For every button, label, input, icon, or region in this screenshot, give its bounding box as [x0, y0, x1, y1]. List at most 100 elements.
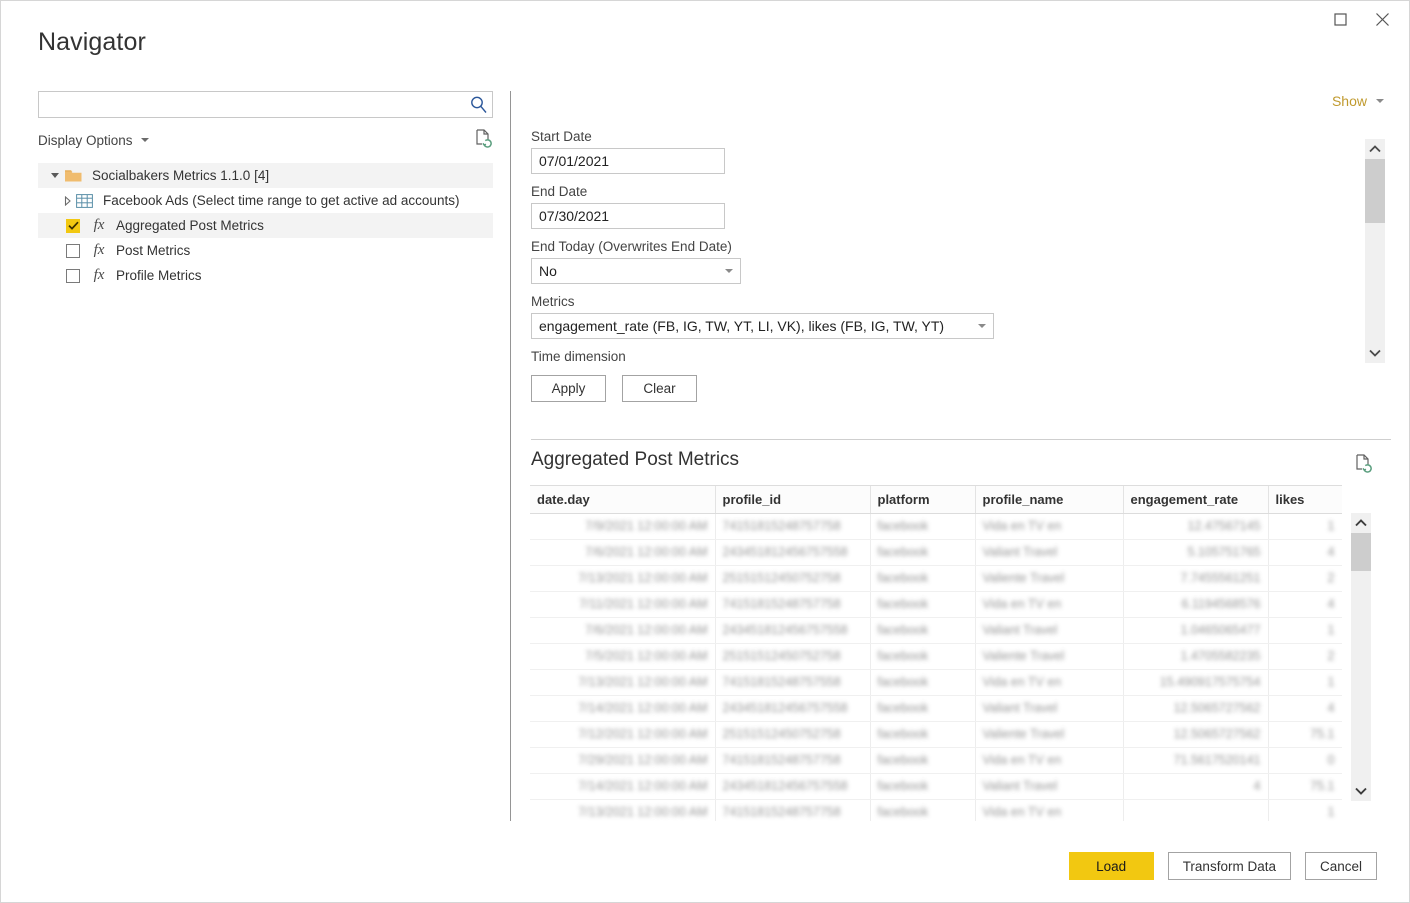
start-date-input[interactable] [531, 148, 725, 174]
table-row[interactable]: 7/13/2021 12:00:00 AM 74151815248757558 … [530, 669, 1342, 696]
table-row[interactable]: 7/13/2021 12:00:00 AM 25151512450752758 … [530, 565, 1342, 592]
cell-profile-id: 74151815248757758 [715, 747, 871, 774]
table-header-row: date.day profile_id platform profile_nam… [530, 486, 1342, 514]
table-row[interactable]: 7/13/2021 12:00:00 AM 74151815248757758 … [530, 799, 1342, 821]
tree-item-label: Facebook Ads (Select time range to get a… [103, 193, 460, 208]
transform-data-button[interactable]: Transform Data [1167, 852, 1291, 880]
parameters-form: Start Date End Date End Today (Overwrite… [531, 129, 1361, 402]
tree-item-post-metrics[interactable]: fx Post Metrics [38, 238, 493, 263]
table-row[interactable]: 7/14/2021 12:00:00 AM 243451812456757558… [530, 773, 1342, 800]
column-header-date-day[interactable]: date.day [530, 486, 716, 514]
column-header-engagement-rate[interactable]: engagement_rate [1123, 486, 1269, 514]
tree-item-aggregated-post-metrics[interactable]: fx Aggregated Post Metrics [38, 213, 493, 238]
cancel-button[interactable]: Cancel [1304, 852, 1377, 880]
dialog-footer: Load Transform Data Cancel [1068, 852, 1377, 880]
cell-likes: 4 [1268, 591, 1342, 618]
search-box[interactable] [38, 91, 493, 118]
end-today-select[interactable]: No [531, 258, 741, 284]
preview-title: Aggregated Post Metrics [531, 449, 740, 470]
load-button[interactable]: Load [1068, 852, 1154, 880]
column-header-profile-id[interactable]: profile_id [715, 486, 871, 514]
navigator-dialog: Navigator Display Options Socialbakers M… [0, 0, 1410, 903]
cell-profile-id: 74151815248757758 [715, 513, 871, 540]
cell-profile-name: Valiant Travel [975, 617, 1124, 644]
source-browser-panel: Display Options Socialbakers Metrics 1.1… [38, 91, 493, 288]
cell-date-day: 7/5/2021 12:00:00 AM [530, 643, 716, 670]
cell-platform: facebook [870, 539, 976, 566]
table-row[interactable]: 7/6/2021 12:00:00 AM 243451812456757558 … [530, 617, 1342, 644]
tree-item-facebook-ads[interactable]: Facebook Ads (Select time range to get a… [38, 188, 493, 213]
scroll-down-icon[interactable] [1365, 343, 1385, 363]
preview-table-scrollbar[interactable] [1351, 513, 1371, 801]
time-dimension-label: Time dimension [531, 349, 626, 364]
cell-date-day: 7/12/2021 12:00:00 AM [530, 721, 716, 748]
refresh-document-icon[interactable] [473, 128, 493, 153]
table-row[interactable]: 7/11/2021 12:00:00 AM 74151815248757758 … [530, 591, 1342, 618]
scroll-up-icon[interactable] [1351, 513, 1371, 533]
cell-engagement-rate: 15.490917575754 [1123, 669, 1269, 696]
cell-likes: 1 [1268, 617, 1342, 644]
cell-profile-name: Valiant Travel [975, 773, 1124, 800]
cell-profile-name: Vida en TV en [975, 513, 1124, 540]
cell-date-day: 7/6/2021 12:00:00 AM [530, 617, 716, 644]
cell-date-day: 7/13/2021 12:00:00 AM [530, 669, 716, 696]
maximize-button[interactable] [1319, 5, 1361, 33]
cell-platform: facebook [870, 513, 976, 540]
tree-item-socialbakers-metrics[interactable]: Socialbakers Metrics 1.1.0 [4] [38, 163, 493, 188]
tree-item-checkbox[interactable] [66, 243, 80, 258]
column-header-platform[interactable]: platform [870, 486, 976, 514]
cell-platform: facebook [870, 643, 976, 670]
show-dropdown[interactable]: Show [1332, 93, 1384, 109]
cell-likes: 2 [1268, 643, 1342, 670]
column-header-profile-name[interactable]: profile_name [975, 486, 1124, 514]
end-date-label: End Date [531, 184, 588, 199]
cell-profile-id: 243451812456757558 [715, 617, 871, 644]
display-options-dropdown[interactable]: Display Options [38, 133, 149, 148]
cell-platform: facebook [870, 669, 976, 696]
preview-refresh-icon[interactable] [1353, 453, 1373, 478]
cell-engagement-rate: 1.4705582235 [1123, 643, 1269, 670]
end-date-input[interactable] [531, 203, 725, 229]
tree-item-checkbox[interactable] [66, 218, 80, 233]
close-button[interactable] [1361, 5, 1403, 33]
show-label: Show [1331, 93, 1367, 109]
table-row[interactable]: 7/9/2021 12:00:00 AM 74151815248757758 f… [530, 513, 1342, 540]
cell-platform: facebook [870, 747, 976, 774]
triangle-closed-icon[interactable] [58, 192, 76, 210]
cell-engagement-rate: 5.105751765 [1123, 539, 1269, 566]
parameters-scrollbar[interactable] [1365, 139, 1385, 363]
table-row[interactable]: 7/6/2021 12:00:00 AM 243451812456757558 … [530, 539, 1342, 566]
function-fx-icon: fx [93, 217, 105, 233]
cell-platform: facebook [870, 565, 976, 592]
search-icon[interactable] [464, 92, 492, 117]
metrics-select[interactable]: engagement_rate (FB, IG, TW, YT, LI, VK)… [531, 313, 994, 339]
cell-likes: 4 [1268, 695, 1342, 722]
table-row[interactable]: 7/29/2021 12:00:00 AM 74151815248757758 … [530, 747, 1342, 774]
cell-date-day: 7/13/2021 12:00:00 AM [530, 565, 716, 592]
tree-item-label: Aggregated Post Metrics [116, 218, 264, 233]
tree-item-checkbox[interactable] [66, 268, 80, 283]
check-icon [67, 221, 79, 230]
clear-button[interactable]: Clear [622, 375, 697, 402]
cell-date-day: 7/9/2021 12:00:00 AM [530, 513, 716, 540]
display-options-row: Display Options [38, 128, 493, 153]
cell-likes: 75.1 [1268, 773, 1342, 800]
cell-date-day: 7/14/2021 12:00:00 AM [530, 773, 716, 800]
column-header-likes[interactable]: likes [1268, 486, 1342, 514]
triangle-open-icon[interactable] [46, 167, 64, 185]
apply-button[interactable]: Apply [531, 375, 606, 402]
scroll-down-icon[interactable] [1351, 781, 1371, 801]
tree-item-profile-metrics[interactable]: fx Profile Metrics [38, 263, 493, 288]
scrollbar-thumb[interactable] [1365, 159, 1385, 223]
table-row[interactable]: 7/5/2021 12:00:00 AM 25151512450752758 f… [530, 643, 1342, 670]
parameter-actions: Apply Clear [531, 375, 1361, 402]
table-row[interactable]: 7/12/2021 12:00:00 AM 25151512450752758 … [530, 721, 1342, 748]
search-input[interactable] [39, 92, 464, 117]
scroll-up-icon[interactable] [1365, 139, 1385, 159]
cell-profile-name: Vida en TV en [975, 747, 1124, 774]
preview-table-container[interactable]: date.day profile_id platform profile_nam… [530, 485, 1342, 821]
cell-date-day: 7/11/2021 12:00:00 AM [530, 591, 716, 618]
cell-likes: 4 [1268, 539, 1342, 566]
scrollbar-thumb[interactable] [1351, 533, 1371, 571]
table-row[interactable]: 7/14/2021 12:00:00 AM 243451812456757558… [530, 695, 1342, 722]
